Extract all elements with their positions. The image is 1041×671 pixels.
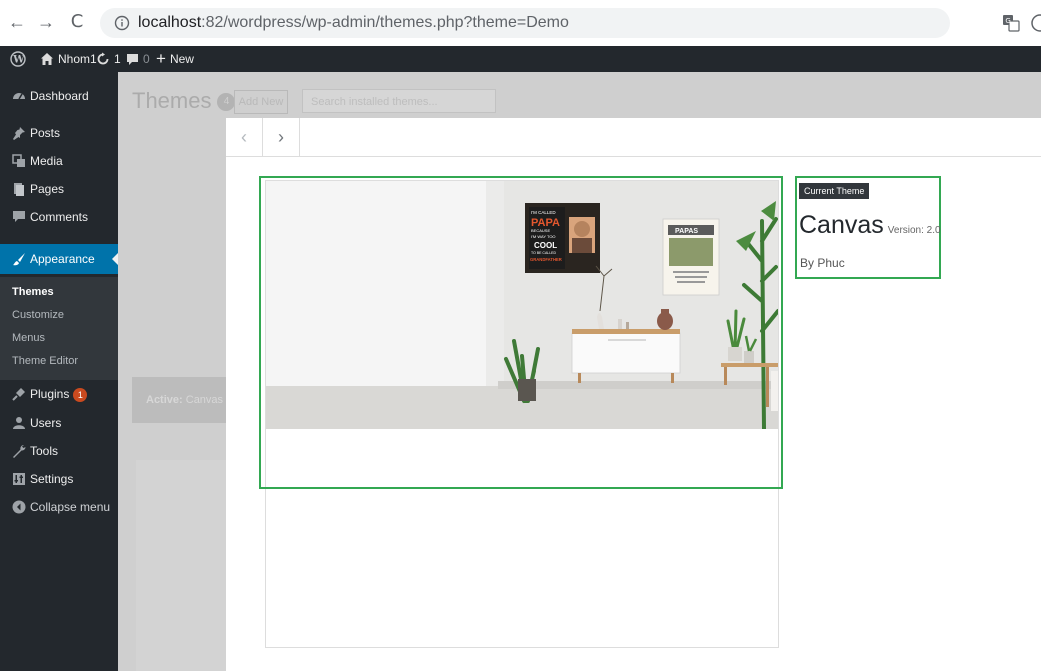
site-name: Nhom1 (58, 52, 97, 66)
previous-theme-button[interactable]: ‹ (226, 118, 263, 156)
sidebar-item-plugins[interactable]: Plugins 1 (0, 380, 118, 408)
sidebar-item-users[interactable]: Users (0, 409, 118, 437)
sidebar-item-label: Comments (30, 210, 89, 224)
theme-details-overlay: ‹ › I'M CALLED PAPA BECAUSE I'M WAY TOO (226, 118, 1041, 671)
reload-button[interactable]: C (66, 10, 88, 34)
admin-sidebar: Dashboard Posts Media Pages Comments App… (0, 72, 119, 671)
sidebar-item-appearance[interactable]: Appearance (0, 244, 119, 274)
url-path: :82/wordpress/wp-admin/themes.php?theme=… (201, 14, 569, 31)
sidebar-item-label: Pages (30, 182, 65, 196)
appearance-submenu: Themes Customize Menus Theme Editor (0, 277, 118, 380)
dashboard-icon (12, 89, 26, 103)
collapse-menu-button[interactable]: Collapse menu (0, 493, 118, 521)
plus-icon: + (156, 49, 166, 68)
active-label: Active: (146, 394, 183, 406)
sidebar-item-label: Dashboard (30, 89, 89, 103)
sidebar-item-label: Appearance (30, 252, 95, 266)
theme-count-badge: 4 (217, 93, 236, 112)
submenu-item-themes[interactable]: Themes (12, 286, 54, 298)
theme-card-placeholder (136, 460, 228, 671)
sidebar-item-tools[interactable]: Tools (0, 437, 118, 465)
pages-icon (12, 182, 26, 196)
translate-icon[interactable]: G (1002, 14, 1020, 32)
add-new-button: Add New (234, 90, 288, 114)
theme-name: Canvas (799, 211, 884, 239)
submenu-item-theme-editor[interactable]: Theme Editor (12, 355, 78, 367)
sidebar-item-pages[interactable]: Pages (0, 175, 118, 203)
author-link[interactable]: Phuc (817, 256, 844, 270)
plugins-label: Plugins (30, 387, 70, 401)
active-theme-name: Canvas (185, 394, 224, 406)
new-label: New (169, 52, 194, 66)
url-text[interactable]: localhost:82/wordpress/wp-admin/themes.p… (138, 14, 569, 32)
sidebar-item-label: Posts (30, 126, 61, 140)
theme-name-heading: Canvas Version: 2.0 (799, 211, 941, 240)
plugin-icon (12, 387, 26, 401)
sidebar-item-label: Collapse menu (30, 500, 111, 514)
profile-icon[interactable] (1030, 13, 1041, 33)
admin-bar: W Nhom1 1 0 + New (0, 46, 1041, 72)
updates-link[interactable]: 1 (96, 46, 121, 72)
back-button[interactable]: ← (6, 10, 28, 34)
svg-text:W: W (12, 55, 25, 66)
new-content-link[interactable]: + New (156, 46, 194, 72)
sidebar-item-settings[interactable]: Settings (0, 465, 118, 493)
search-themes-input: Search installed themes... (302, 89, 496, 113)
comment-icon (12, 210, 26, 224)
wp-logo[interactable]: W (10, 46, 26, 72)
theme-version: Version: 2.0 (887, 225, 941, 236)
svg-text:G: G (1005, 17, 1010, 25)
comment-icon (126, 53, 139, 66)
sidebar-item-media[interactable]: Media (0, 147, 118, 175)
plugins-update-badge: 1 (73, 388, 88, 402)
sidebar-item-label: Settings (30, 472, 74, 486)
updates-icon (96, 52, 110, 66)
url-host: localhost (138, 14, 202, 31)
wordpress-icon: W (10, 51, 26, 67)
browser-toolbar: ← → C localhost:82/wordpress/wp-admin/th… (0, 0, 1041, 47)
home-icon (40, 52, 54, 66)
comments-link[interactable]: 0 (126, 46, 150, 72)
author-prefix: By (800, 256, 815, 270)
address-bar[interactable]: localhost:82/wordpress/wp-admin/themes.p… (100, 8, 950, 38)
collapse-icon (12, 500, 26, 514)
site-name-link[interactable]: Nhom1 (40, 46, 97, 72)
info-icon[interactable] (114, 15, 130, 31)
page-title-text: Themes (132, 88, 212, 113)
sidebar-item-posts[interactable]: Posts (0, 119, 118, 147)
submenu-item-menus[interactable]: Menus (12, 332, 45, 344)
updates-count: 1 (114, 52, 121, 66)
page-title: Themes 4 (132, 88, 236, 114)
next-theme-button[interactable]: › (263, 118, 300, 156)
brush-icon (12, 252, 26, 266)
sidebar-item-comments[interactable]: Comments (0, 203, 118, 231)
settings-icon (12, 472, 26, 486)
users-icon (12, 416, 26, 430)
theme-author: By Phuc (800, 256, 845, 270)
current-theme-badge: Current Theme (799, 183, 870, 199)
wrench-icon (12, 444, 26, 458)
forward-button[interactable]: → (35, 10, 57, 34)
sidebar-item-dashboard[interactable]: Dashboard (0, 82, 118, 110)
overlay-header: ‹ › (226, 118, 1041, 157)
sidebar-item-label: Media (30, 154, 63, 168)
media-icon (12, 154, 26, 168)
sidebar-item-label: Tools (30, 444, 59, 458)
submenu-item-customize[interactable]: Customize (12, 309, 64, 321)
sidebar-item-label: Plugins 1 (30, 387, 88, 402)
sidebar-item-label: Users (30, 416, 62, 430)
active-theme-bar: Active: Canvas (132, 377, 226, 423)
highlight-frame-screenshot (259, 176, 783, 489)
pin-icon (12, 126, 26, 140)
comments-count: 0 (143, 52, 150, 66)
